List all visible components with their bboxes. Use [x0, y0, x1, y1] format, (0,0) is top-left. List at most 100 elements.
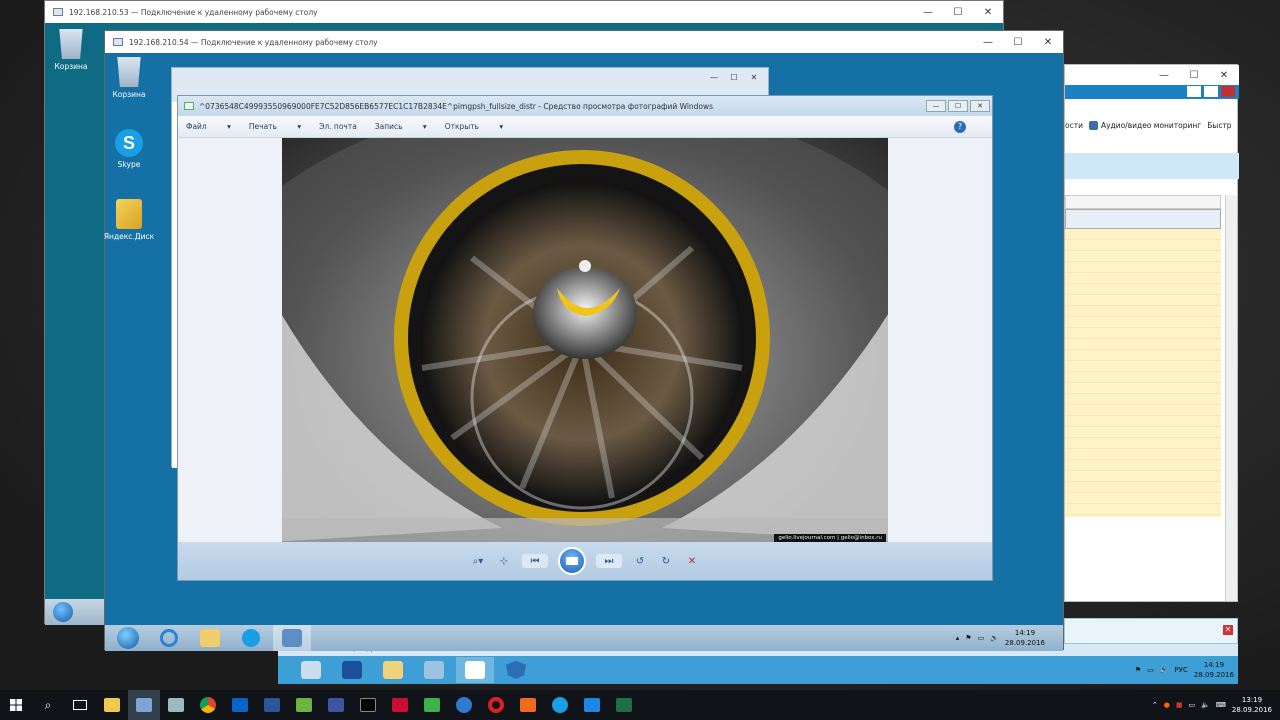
tray-clock[interactable]: 13:19 28.09.2016 — [1232, 695, 1272, 715]
menu-open[interactable]: Открыть ▾ — [445, 122, 503, 131]
close-button[interactable]: ✕ — [1033, 31, 1063, 53]
tray-flame-icon[interactable]: ● — [1164, 701, 1170, 709]
taskbar-app-outlook[interactable] — [224, 690, 256, 720]
zoom-icon[interactable]: ⌕▾ — [470, 554, 486, 568]
taskbar-app-skype[interactable] — [232, 625, 270, 651]
photo-viewer-titlebar[interactable]: ^0736548C49993550969000FE7C52D856EB6577E… — [178, 96, 992, 116]
inner-rdp-window[interactable]: 192.168.210.54 — Подключение к удаленном… — [103, 30, 1064, 651]
photo-viewer-window[interactable]: ^0736548C49993550969000FE7C52D856EB6577E… — [177, 95, 993, 581]
previous-icon[interactable]: ⏮ — [522, 554, 548, 568]
tray-flag-icon[interactable]: ⚑ — [1135, 666, 1141, 674]
taskbar-app-excel[interactable] — [608, 690, 640, 720]
minimize-button[interactable]: — — [1149, 65, 1179, 85]
taskbar-app-explorer[interactable] — [191, 625, 229, 651]
taskbar-app-terminal[interactable] — [352, 690, 384, 720]
tray-volume-icon[interactable]: 🔈 — [1160, 666, 1169, 674]
help-icon[interactable]: ? — [954, 121, 966, 133]
taskbar-app-blue[interactable] — [576, 690, 608, 720]
taskbar-app-powershell[interactable] — [333, 657, 371, 683]
tray-volume-icon[interactable]: 🔈 — [990, 634, 999, 642]
taskbar-app-word[interactable] — [256, 690, 288, 720]
taskbar-app-explorer[interactable] — [96, 690, 128, 720]
tray-lang[interactable]: РУС — [1175, 666, 1188, 674]
maximize-button[interactable]: ☐ — [724, 70, 744, 84]
minimize-button[interactable]: — — [913, 1, 943, 23]
maximize-button[interactable]: ☐ — [1003, 31, 1033, 53]
close-button[interactable]: ✕ — [973, 1, 1003, 23]
tray-up-arrow-icon[interactable]: ▴ — [956, 634, 960, 642]
right-app-titlebar[interactable]: — ☐ ✕ — [1065, 65, 1239, 85]
menu-burn[interactable]: Запись ▾ — [375, 122, 427, 131]
menu-print[interactable]: Печать ▾ — [249, 122, 301, 131]
close-button[interactable]: ✕ — [1209, 65, 1239, 85]
inner-restore-button[interactable] — [1204, 86, 1218, 97]
start-button[interactable] — [109, 625, 147, 651]
right-app-window[interactable]: — ☐ ✕ ости Аудио/видео мониторинг Быстр — [1064, 64, 1239, 602]
tray-red-icon[interactable]: ■ — [1176, 701, 1183, 709]
maximize-button[interactable]: ☐ — [943, 1, 973, 23]
maximize-button[interactable]: ☐ — [1179, 65, 1209, 85]
tray-keyboard-icon[interactable]: ⌨ — [1216, 701, 1226, 709]
taskbar-app-ie[interactable] — [150, 625, 188, 651]
tray-clock[interactable]: 14:19 28.09.2016 — [1194, 660, 1234, 680]
desktop-icon-skype[interactable]: S Skype — [103, 129, 155, 169]
start-orb-icon[interactable] — [53, 602, 73, 622]
minimize-button[interactable]: — — [926, 100, 946, 112]
minimize-button[interactable]: — — [973, 31, 1003, 53]
taskbar-app-rdp-2[interactable] — [160, 690, 192, 720]
powershell-icon — [342, 661, 362, 679]
menu-email[interactable]: Эл. почта — [319, 122, 357, 131]
inner-close-button[interactable] — [1221, 86, 1235, 97]
tray-chevron-icon[interactable]: ⌃ — [1152, 701, 1158, 709]
start-button[interactable] — [0, 690, 32, 720]
outer-rdp-titlebar[interactable]: 192.168.210.53 — Подключение к удаленном… — [45, 1, 1003, 23]
engine-photo[interactable]: gelio.livejournal.com | gelio@inbox.ru — [282, 138, 888, 542]
search-button[interactable]: ⌕ — [32, 690, 64, 720]
taskbar-app-orange[interactable] — [512, 690, 544, 720]
tray-network-icon[interactable]: ▭ — [978, 634, 985, 642]
taskbar-app-opera[interactable] — [480, 690, 512, 720]
tab-partial-right[interactable]: Быстр — [1207, 121, 1231, 130]
minimize-button[interactable]: — — [704, 70, 724, 84]
close-button[interactable]: ✕ — [970, 100, 990, 112]
actual-size-icon[interactable]: ⊹ — [496, 554, 512, 568]
task-view-button[interactable] — [64, 690, 96, 720]
menu-file[interactable]: Файл ▾ — [186, 122, 231, 131]
taskbar-app-green-2[interactable] — [416, 690, 448, 720]
tray-volume-icon[interactable]: 🔈 — [1201, 701, 1210, 709]
maximize-button[interactable]: ☐ — [948, 100, 968, 112]
desktop-icon-yandex-disk[interactable]: Яндекс.Диск — [103, 199, 155, 241]
tray-network-icon[interactable]: ▭ — [1188, 701, 1195, 709]
panel-close-icon[interactable]: ✕ — [1223, 625, 1233, 635]
taskbar-app-red[interactable] — [384, 690, 416, 720]
right-app-grid-body — [1065, 229, 1221, 517]
close-button[interactable]: ✕ — [744, 70, 764, 84]
rotate-left-icon[interactable]: ↺ — [632, 554, 648, 568]
delete-icon[interactable]: ✕ — [684, 554, 700, 568]
taskbar-app-generic[interactable] — [415, 657, 453, 683]
next-icon[interactable]: ⏭ — [596, 554, 622, 568]
taskbar-app-visio[interactable] — [320, 690, 352, 720]
desktop-icon-recycle-bin[interactable]: Корзина — [103, 57, 155, 99]
taskbar-app-globe[interactable] — [448, 690, 480, 720]
taskbar-app-skype[interactable] — [544, 690, 576, 720]
taskbar-app-server[interactable] — [292, 657, 330, 683]
desktop-icon-recycle-bin[interactable]: Корзина — [45, 29, 97, 71]
tray-flag-icon[interactable]: ⚑ — [965, 634, 971, 642]
taskbar-app-shield[interactable] — [497, 657, 535, 683]
taskbar-app-rdp-1[interactable] — [128, 690, 160, 720]
taskbar-app-green[interactable] — [288, 690, 320, 720]
inner-rdp-titlebar[interactable]: 192.168.210.54 — Подключение к удаленном… — [105, 31, 1063, 53]
slideshow-button[interactable] — [558, 547, 586, 575]
inner-minimize-button[interactable] — [1187, 86, 1201, 97]
taskbar-app-chrome[interactable] — [192, 690, 224, 720]
right-app-scrollbar[interactable] — [1225, 195, 1237, 601]
taskbar-app-photo-viewer[interactable] — [273, 625, 311, 651]
taskbar-app-search[interactable] — [456, 657, 494, 683]
taskbar-app-explorer[interactable] — [374, 657, 412, 683]
tab-av-monitoring[interactable]: Аудио/видео мониторинг — [1088, 120, 1201, 130]
tab-partial-left[interactable]: ости — [1065, 121, 1083, 130]
tray-network-icon[interactable]: ▭ — [1147, 666, 1154, 674]
rotate-right-icon[interactable]: ↻ — [658, 554, 674, 568]
tray-clock[interactable]: 14:19 28.09.2016 — [1005, 628, 1045, 648]
